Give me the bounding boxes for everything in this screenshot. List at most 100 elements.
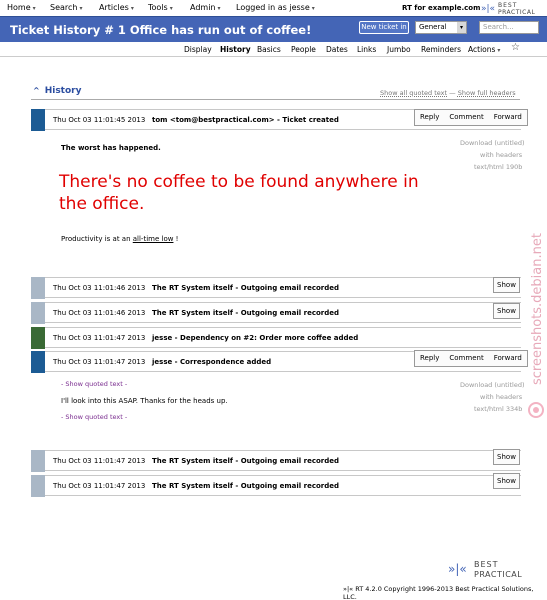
transaction-actions: Reply Comment Forward — [414, 109, 528, 126]
show-quoted-text-link[interactable]: - Show quoted text - — [61, 380, 127, 388]
watermark-text: screenshots.debian.net — [530, 233, 545, 385]
attachment-type: text/html 190b — [474, 163, 523, 171]
queue-select[interactable]: General ▾ — [415, 21, 467, 34]
transaction-type-marker — [31, 302, 45, 324]
transaction-type-marker — [31, 277, 45, 299]
menu-home-label: Home — [7, 3, 31, 12]
download-link[interactable]: Download (untitled) — [460, 379, 525, 391]
download-link[interactable]: Download (untitled) — [460, 137, 525, 149]
page-title: Ticket History # 1 Office has run out of… — [10, 23, 312, 37]
rt-for-label: RT for example.com — [402, 4, 481, 12]
search-input[interactable]: Search... — [479, 21, 539, 34]
divider — [31, 99, 520, 100]
menu-tools-label: Tools — [148, 3, 168, 12]
transaction-description: The RT System itself - Outgoing email re… — [152, 457, 340, 465]
transaction-date: Thu Oct 03 11:01:47 2013 — [53, 482, 146, 490]
chevron-down-icon: ▾ — [497, 47, 501, 54]
attachment-meta: Download (untitled) with headers text/ht… — [460, 379, 525, 415]
transaction-type-marker — [31, 475, 45, 497]
show-button[interactable]: Show — [493, 449, 520, 465]
show-button[interactable]: Show — [493, 473, 520, 489]
transaction-date: Thu Oct 03 11:01:46 2013 — [53, 284, 146, 292]
message-line: The worst has happened. — [61, 144, 161, 152]
logo-practical-text: PRACTICAL — [498, 9, 535, 16]
transaction-description: The RT System itself - Outgoing email re… — [152, 284, 340, 292]
ticket-tab-bar: Display History Basics People Dates Link… — [0, 42, 547, 57]
best-practical-logo[interactable]: »|« BEST PRACTICAL — [478, 0, 547, 16]
chevron-down-icon: ▾ — [169, 5, 173, 12]
history-links: Show all quoted text — Show full headers — [380, 89, 516, 97]
tab-links[interactable]: Links — [357, 45, 376, 54]
show-button[interactable]: Show — [493, 303, 520, 319]
menu-search[interactable]: Search ▾ — [50, 3, 83, 12]
with-headers-link[interactable]: with headers — [460, 149, 525, 161]
new-ticket-button[interactable]: New ticket in — [359, 21, 409, 34]
message-line: I'll look into this ASAP. Thanks for the… — [61, 397, 228, 405]
footer-copyright: »|« RT 4.2.0 Copyright 1996-2013 Best Pr… — [343, 585, 534, 600]
tab-actions-label: Actions — [468, 45, 496, 54]
comment-button[interactable]: Comment — [444, 110, 488, 125]
history-links-separator: — — [449, 89, 456, 97]
transaction-actions: Reply Comment Forward — [414, 350, 528, 367]
tab-people[interactable]: People — [291, 45, 316, 54]
tab-basics[interactable]: Basics — [257, 45, 281, 54]
menu-search-label: Search — [50, 3, 78, 12]
chevron-down-icon: ▾ — [32, 5, 36, 12]
collapse-icon[interactable]: ^ — [33, 86, 40, 95]
transaction-description: jesse - Dependency on #2: Order more cof… — [152, 334, 359, 342]
chevron-down-icon: ▾ — [457, 22, 466, 33]
menu-articles[interactable]: Articles ▾ — [99, 3, 134, 12]
watermark-dot — [533, 407, 539, 413]
queue-select-value: General — [419, 23, 447, 31]
transaction-date: Thu Oct 03 11:01:46 2013 — [53, 309, 146, 317]
menu-admin[interactable]: Admin ▾ — [190, 3, 221, 12]
chevron-down-icon: ▾ — [79, 5, 83, 12]
top-menu-bar: Home ▾ Search ▾ Articles ▾ Tools ▾ Admin ▾ Lo… — [0, 0, 547, 16]
show-quoted-text-link[interactable]: - Show quoted text - — [61, 413, 127, 421]
menu-articles-label: Articles — [99, 3, 129, 12]
watermark: screenshots.debian.net — [528, 233, 545, 418]
chevron-down-icon: ▾ — [311, 5, 315, 12]
message-headline: There's no coffee to be found anywhere i… — [59, 172, 419, 214]
transaction-type-marker — [31, 450, 45, 472]
history-heading[interactable]: ^ History — [33, 86, 81, 96]
menu-logged-in[interactable]: Logged in as jesse ▾ — [236, 3, 315, 12]
star-icon[interactable]: ☆ — [511, 42, 520, 53]
tab-actions[interactable]: Actions ▾ — [468, 45, 500, 54]
menu-tools[interactable]: Tools ▾ — [148, 3, 173, 12]
show-button[interactable]: Show — [493, 277, 520, 293]
forward-button[interactable]: Forward — [489, 110, 527, 125]
menu-logged-in-label: Logged in as jesse — [236, 3, 310, 12]
logo-best-text: BEST — [498, 2, 517, 9]
transaction-description: tom <tom@bestpractical.com> - Ticket cre… — [152, 116, 339, 124]
menu-admin-label: Admin — [190, 3, 216, 12]
comment-button[interactable]: Comment — [444, 351, 488, 366]
transaction-type-marker — [31, 109, 45, 131]
logo-practical-text: PRACTICAL — [474, 570, 522, 579]
attachment-type: text/html 334b — [474, 405, 523, 413]
tab-jumbo[interactable]: Jumbo — [387, 45, 411, 54]
attachment-meta: Download (untitled) with headers text/ht… — [460, 137, 525, 173]
message-text: ! — [173, 235, 179, 243]
show-full-headers-link[interactable]: Show full headers — [458, 89, 516, 97]
with-headers-link[interactable]: with headers — [460, 391, 525, 403]
best-practical-logo[interactable]: »|« BEST PRACTICAL — [448, 557, 528, 581]
show-all-quoted-link[interactable]: Show all quoted text — [380, 89, 447, 97]
transaction-type-marker — [31, 327, 45, 349]
transaction-date: Thu Oct 03 11:01:47 2013 — [53, 358, 146, 366]
message-text: Productivity is at an — [61, 235, 133, 243]
all-time-low-link[interactable]: all-time low — [133, 235, 174, 243]
transaction-description: The RT System itself - Outgoing email re… — [152, 309, 340, 317]
logo-best-text: BEST — [474, 560, 499, 569]
reply-button[interactable]: Reply — [415, 351, 444, 366]
reply-button[interactable]: Reply — [415, 110, 444, 125]
message-line: Productivity is at an all-time low ! — [61, 235, 178, 243]
tab-history[interactable]: History — [220, 45, 251, 54]
forward-button[interactable]: Forward — [489, 351, 527, 366]
tab-reminders[interactable]: Reminders — [421, 45, 461, 54]
tab-dates[interactable]: Dates — [326, 45, 348, 54]
menu-home[interactable]: Home ▾ — [7, 3, 36, 12]
chevron-down-icon: ▾ — [130, 5, 134, 12]
transaction-date: Thu Oct 03 11:01:47 2013 — [53, 457, 146, 465]
tab-display[interactable]: Display — [184, 45, 212, 54]
